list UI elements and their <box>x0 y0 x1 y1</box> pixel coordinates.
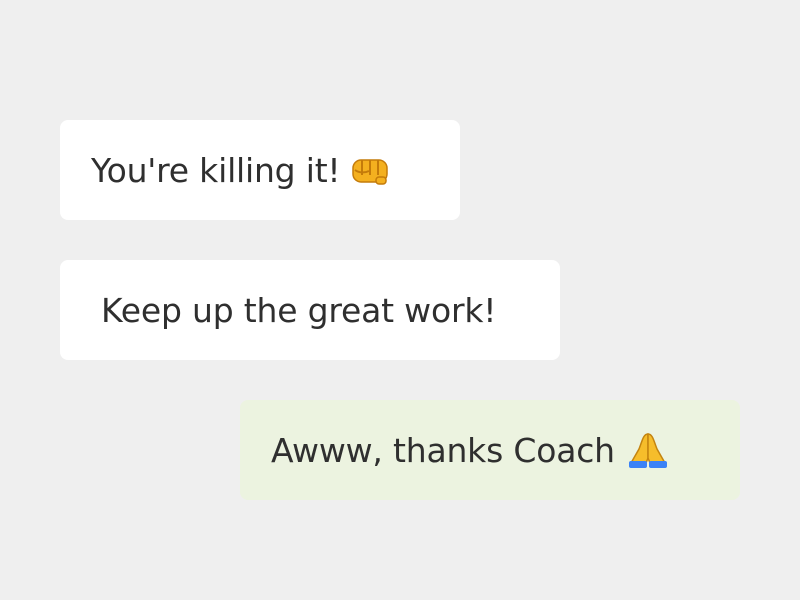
chat-message-incoming: Keep up the great work! <box>60 260 560 360</box>
folded-hands-emoji-icon <box>625 430 671 470</box>
chat-message-incoming: You're killing it! <box>60 120 460 220</box>
message-text: Awww, thanks Coach <box>271 430 615 470</box>
chat-message-outgoing: Awww, thanks Coach <box>240 400 740 500</box>
fist-emoji-icon <box>350 152 390 188</box>
message-text: Keep up the great work! <box>101 290 497 330</box>
message-text: You're killing it! <box>91 150 341 190</box>
